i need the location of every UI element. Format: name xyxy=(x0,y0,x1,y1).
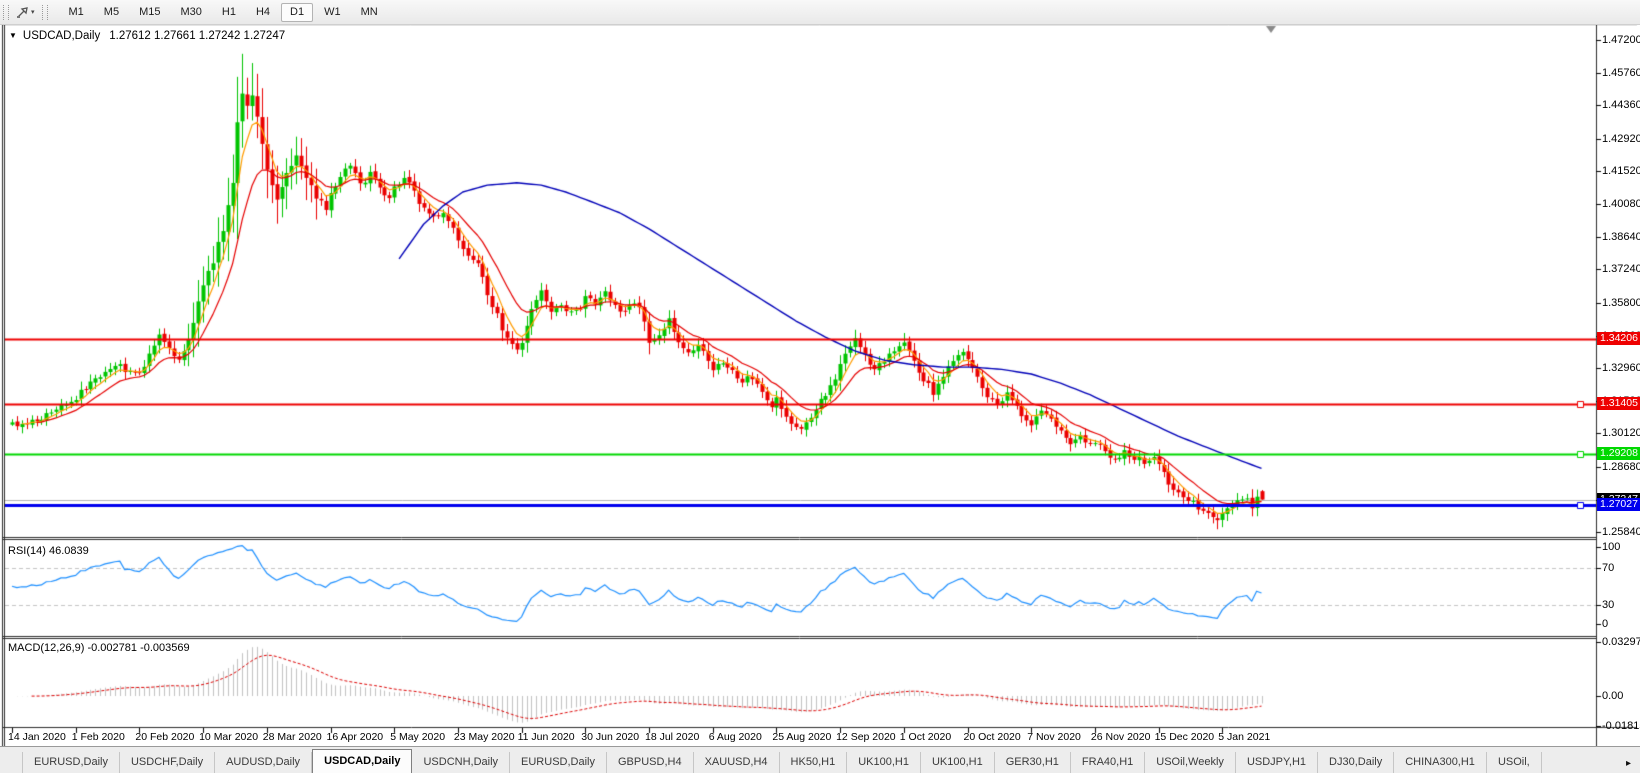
price-axis-tick: 1.25840 xyxy=(1602,526,1640,538)
chart-tab-5[interactable]: EURUSD,Daily xyxy=(510,752,607,773)
rsi-axis-tick: 30 xyxy=(1602,599,1614,611)
chart-tab-12[interactable]: FRA40,H1 xyxy=(1071,752,1145,773)
tf-button-M15[interactable]: M15 xyxy=(130,3,169,22)
toolbar-separator xyxy=(42,5,48,20)
chart-ohlc-values: 1.27612 1.27661 1.27242 1.27247 xyxy=(109,30,285,42)
chart-tab-8[interactable]: HK50,H1 xyxy=(780,752,848,773)
tf-button-M1[interactable]: M1 xyxy=(60,3,93,22)
tf-button-H1[interactable]: H1 xyxy=(213,3,245,22)
time-axis-label: 28 Mar 2020 xyxy=(263,731,322,743)
tf-button-H4[interactable]: H4 xyxy=(247,3,279,22)
chart-tab-13[interactable]: USOil,Weekly xyxy=(1145,752,1236,773)
chart-tab-11[interactable]: GER30,H1 xyxy=(995,752,1071,773)
price-axis-tick: 1.44360 xyxy=(1602,99,1640,111)
time-axis-label: 20 Oct 2020 xyxy=(964,731,1021,743)
chart-tab-7[interactable]: XAUUSD,H4 xyxy=(694,752,780,773)
time-axis-label: 12 Sep 2020 xyxy=(836,731,896,743)
chart-tab-1[interactable]: USDCHF,Daily xyxy=(120,752,215,773)
rsi-axis-tick: 100 xyxy=(1602,541,1620,553)
tf-button-W1[interactable]: W1 xyxy=(315,3,350,22)
chart-canvas[interactable] xyxy=(0,0,1640,773)
time-axis-label: 26 Nov 2020 xyxy=(1091,731,1151,743)
crosshair-glyph xyxy=(16,6,29,19)
hline-price-label[interactable]: 1.27027 xyxy=(1597,498,1640,511)
tf-button-D1[interactable]: D1 xyxy=(281,3,313,22)
chart-tab-0[interactable]: EURUSD,Daily xyxy=(22,752,120,773)
time-axis-label: 6 Aug 2020 xyxy=(709,731,762,743)
price-axis-tick: 1.32960 xyxy=(1602,362,1640,374)
chart-symbol-period: USDCAD,Daily xyxy=(23,30,100,42)
time-axis-label: 1 Feb 2020 xyxy=(72,731,125,743)
chart-tab-9[interactable]: UK100,H1 xyxy=(847,752,921,773)
time-axis-label: 5 May 2020 xyxy=(390,731,445,743)
mt4-terminal: ▾ M1M5M15M30H1H4D1W1MN ▼ USDCAD,Daily 1.27… xyxy=(0,0,1640,773)
toolbar-grip[interactable] xyxy=(3,5,9,20)
time-axis-label: 5 Jan 2021 xyxy=(1218,731,1270,743)
chart-tab-4[interactable]: USDCNH,Daily xyxy=(412,752,510,773)
rsi-axis-tick: 0 xyxy=(1602,618,1608,630)
time-axis-label: 16 Apr 2020 xyxy=(327,731,384,743)
time-axis-label: 14 Jan 2020 xyxy=(8,731,66,743)
chart-tab-2[interactable]: AUDUSD,Daily xyxy=(215,752,312,773)
crosshair-tool-icon[interactable] xyxy=(14,4,30,20)
chart-tabs-bar: EURUSD,DailyUSDCHF,DailyAUDUSD,DailyUSDC… xyxy=(0,746,1640,773)
macd-axis-tick: 0.032972 xyxy=(1602,636,1640,648)
chart-tabs: EURUSD,DailyUSDCHF,DailyAUDUSD,DailyUSDC… xyxy=(0,749,1542,773)
chart-menu-icon[interactable]: ▼ xyxy=(9,31,17,40)
tf-button-MN[interactable]: MN xyxy=(352,3,387,22)
hline-price-label[interactable]: 1.29208 xyxy=(1597,447,1640,460)
time-axis-label: 15 Dec 2020 xyxy=(1155,731,1215,743)
time-axis-label: 25 Aug 2020 xyxy=(772,731,831,743)
tf-button-M30[interactable]: M30 xyxy=(171,3,210,22)
chart-tab-3[interactable]: USDCAD,Daily xyxy=(312,749,412,773)
chart-tab-17[interactable]: USOil, xyxy=(1487,752,1542,773)
chart-tab-15[interactable]: DJ30,Daily xyxy=(1318,752,1394,773)
chart-title: ▼ USDCAD,Daily 1.27612 1.27661 1.27242 1.2… xyxy=(9,30,285,42)
tf-button-M5[interactable]: M5 xyxy=(95,3,128,22)
price-axis-tick: 1.45760 xyxy=(1602,67,1640,79)
time-axis-label: 7 Nov 2020 xyxy=(1027,731,1081,743)
rsi-axis-tick: 70 xyxy=(1602,562,1614,574)
chart-tab-16[interactable]: CHINA300,H1 xyxy=(1394,752,1487,773)
time-axis-label: 20 Feb 2020 xyxy=(135,731,194,743)
price-axis-tick: 1.38640 xyxy=(1602,231,1640,243)
tab-scroll-right-button[interactable]: ▸ xyxy=(1622,758,1640,773)
rsi-indicator-label: RSI(14) 46.0839 xyxy=(8,545,89,557)
timeframe-buttons: M1M5M15M30H1H4D1W1MN xyxy=(59,3,388,22)
chart-tab-6[interactable]: GBPUSD,H4 xyxy=(607,752,694,773)
price-axis-tick: 1.37240 xyxy=(1602,263,1640,275)
hline-price-label[interactable]: 1.31405 xyxy=(1597,397,1640,410)
chart-tab-14[interactable]: USDJPY,H1 xyxy=(1236,752,1318,773)
time-axis-label: 23 May 2020 xyxy=(454,731,515,743)
macd-axis-tick: -0.018154 xyxy=(1602,720,1640,732)
macd-indicator-label: MACD(12,26,9) -0.002781 -0.003569 xyxy=(8,642,190,654)
price-axis-tick: 1.42920 xyxy=(1602,133,1640,145)
hline-price-label[interactable]: 1.34206 xyxy=(1597,332,1640,345)
price-axis-tick: 1.47200 xyxy=(1602,34,1640,46)
chart-tab-10[interactable]: UK100,H1 xyxy=(921,752,995,773)
price-axis-tick: 1.28680 xyxy=(1602,461,1640,473)
macd-axis-tick: 0.00 xyxy=(1602,690,1623,702)
timeframes-toolbar: ▾ M1M5M15M30H1H4D1W1MN xyxy=(0,0,1640,25)
tool-dropdown-arrow[interactable]: ▾ xyxy=(31,8,35,16)
price-axis-tick: 1.41520 xyxy=(1602,165,1640,177)
time-axis-label: 30 Jun 2020 xyxy=(581,731,639,743)
time-axis-label: 10 Mar 2020 xyxy=(199,731,258,743)
price-axis-tick: 1.30120 xyxy=(1602,427,1640,439)
time-axis-label: 1 Oct 2020 xyxy=(900,731,951,743)
price-axis-tick: 1.40080 xyxy=(1602,198,1640,210)
price-axis-tick: 1.35800 xyxy=(1602,297,1640,309)
time-axis-label: 18 Jul 2020 xyxy=(645,731,699,743)
time-axis-label: 11 Jun 2020 xyxy=(518,731,575,743)
